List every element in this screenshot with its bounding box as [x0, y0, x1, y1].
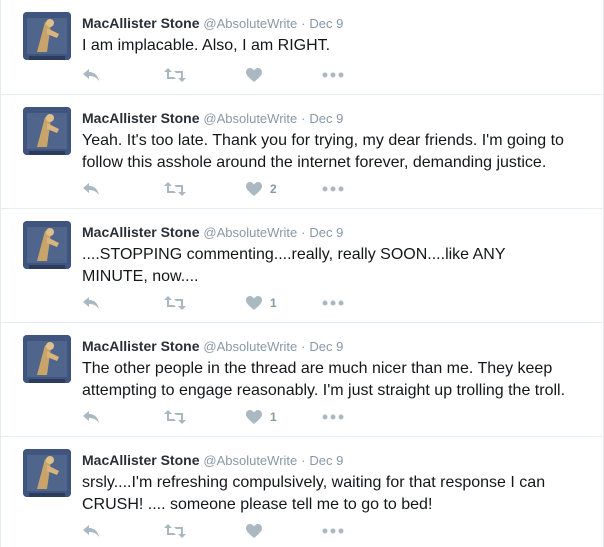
- timestamp[interactable]: Dec 9: [309, 339, 343, 354]
- avatar[interactable]: [23, 107, 71, 155]
- reply-button[interactable]: [82, 521, 100, 541]
- retweet-button[interactable]: [164, 65, 186, 85]
- author-handle[interactable]: @AbsoluteWrite: [203, 16, 297, 31]
- heart-icon: [246, 295, 262, 310]
- tweet-header: MacAllister Stone @AbsoluteWrite · Dec 9: [82, 109, 343, 128]
- timestamp[interactable]: Dec 9: [309, 453, 343, 468]
- reply-icon: [83, 183, 99, 195]
- reply-button[interactable]: [82, 179, 100, 199]
- timestamp[interactable]: Dec 9: [309, 16, 343, 31]
- separator-dot: ·: [301, 453, 306, 468]
- reply-button[interactable]: [82, 407, 100, 427]
- separator-dot: ·: [301, 339, 306, 354]
- heart-icon: [246, 409, 262, 424]
- heart-icon: [246, 523, 262, 538]
- tweet-header: MacAllister Stone @AbsoluteWrite · Dec 9: [82, 223, 343, 242]
- more-icon: [322, 300, 344, 306]
- tweet-actions: 1: [82, 293, 362, 313]
- heart-icon: [246, 67, 262, 82]
- more-button[interactable]: [322, 65, 344, 85]
- author-handle[interactable]: @AbsoluteWrite: [203, 453, 297, 468]
- tweet-text: Yeah. It's too late. Thank you for tryin…: [82, 132, 564, 171]
- like-button[interactable]: 2: [246, 179, 277, 199]
- retweet-button[interactable]: [164, 293, 186, 313]
- more-icon: [322, 414, 344, 420]
- tweet-header: MacAllister Stone @AbsoluteWrite · Dec 9: [82, 337, 343, 356]
- like-count: 2: [270, 182, 277, 196]
- tweet-actions: [82, 65, 362, 85]
- tweet[interactable]: MacAllister Stone @AbsoluteWrite · Dec 9…: [1, 95, 603, 209]
- tweet[interactable]: MacAllister Stone @AbsoluteWrite · Dec 9…: [1, 437, 603, 547]
- retweet-button[interactable]: [164, 521, 186, 541]
- retweet-button[interactable]: [164, 407, 186, 427]
- more-button[interactable]: [322, 521, 344, 541]
- tweet-text: The other people in the thread are much …: [82, 360, 566, 399]
- tweet[interactable]: MacAllister Stone @AbsoluteWrite · Dec 9…: [1, 209, 603, 323]
- like-count: 1: [270, 410, 277, 424]
- avatar[interactable]: [23, 449, 71, 497]
- tweet-text: srsly....I'm refreshing compulsively, wa…: [82, 474, 546, 513]
- author-name[interactable]: MacAllister Stone: [82, 110, 199, 126]
- tweet-timeline: MacAllister Stone @AbsoluteWrite · Dec 9…: [0, 0, 604, 547]
- author-handle[interactable]: @AbsoluteWrite: [203, 339, 297, 354]
- retweet-icon: [164, 524, 186, 538]
- more-icon: [322, 186, 344, 192]
- tweet[interactable]: MacAllister Stone @AbsoluteWrite · Dec 9…: [1, 323, 603, 437]
- reply-icon: [83, 69, 99, 81]
- tweet-header: MacAllister Stone @AbsoluteWrite · Dec 9: [82, 14, 343, 33]
- like-button[interactable]: 1: [246, 293, 277, 313]
- retweet-icon: [164, 296, 186, 310]
- tweet[interactable]: MacAllister Stone @AbsoluteWrite · Dec 9…: [1, 0, 603, 95]
- retweet-icon: [164, 68, 186, 82]
- like-button[interactable]: [246, 65, 270, 85]
- reply-icon: [83, 297, 99, 309]
- avatar[interactable]: [23, 335, 71, 383]
- author-name[interactable]: MacAllister Stone: [82, 15, 199, 31]
- author-name[interactable]: MacAllister Stone: [82, 224, 199, 240]
- more-button[interactable]: [322, 407, 344, 427]
- tweet-actions: 2: [82, 179, 362, 199]
- heart-icon: [246, 181, 262, 196]
- like-button[interactable]: 1: [246, 407, 277, 427]
- tweet-actions: [82, 521, 362, 541]
- reply-icon: [83, 411, 99, 423]
- author-handle[interactable]: @AbsoluteWrite: [203, 111, 297, 126]
- reply-icon: [83, 525, 99, 537]
- reply-button[interactable]: [82, 293, 100, 313]
- author-name[interactable]: MacAllister Stone: [82, 338, 199, 354]
- author-handle[interactable]: @AbsoluteWrite: [203, 225, 297, 240]
- avatar[interactable]: [23, 221, 71, 269]
- reply-button[interactable]: [82, 65, 100, 85]
- timestamp[interactable]: Dec 9: [309, 225, 343, 240]
- tweet-text: ....STOPPING commenting....really, reall…: [82, 246, 506, 285]
- like-button[interactable]: [246, 521, 270, 541]
- tweet-text: I am implacable. Also, I am RIGHT.: [82, 37, 331, 54]
- retweet-icon: [164, 410, 186, 424]
- separator-dot: ·: [301, 111, 306, 126]
- avatar[interactable]: [23, 12, 71, 60]
- more-button[interactable]: [322, 179, 344, 199]
- more-icon: [322, 72, 344, 78]
- timestamp[interactable]: Dec 9: [309, 111, 343, 126]
- retweet-button[interactable]: [164, 179, 186, 199]
- separator-dot: ·: [301, 225, 306, 240]
- like-count: 1: [270, 296, 277, 310]
- retweet-icon: [164, 182, 186, 196]
- tweet-header: MacAllister Stone @AbsoluteWrite · Dec 9: [82, 451, 343, 470]
- separator-dot: ·: [301, 16, 306, 31]
- more-button[interactable]: [322, 293, 344, 313]
- author-name[interactable]: MacAllister Stone: [82, 452, 199, 468]
- more-icon: [322, 528, 344, 534]
- tweet-actions: 1: [82, 407, 362, 427]
